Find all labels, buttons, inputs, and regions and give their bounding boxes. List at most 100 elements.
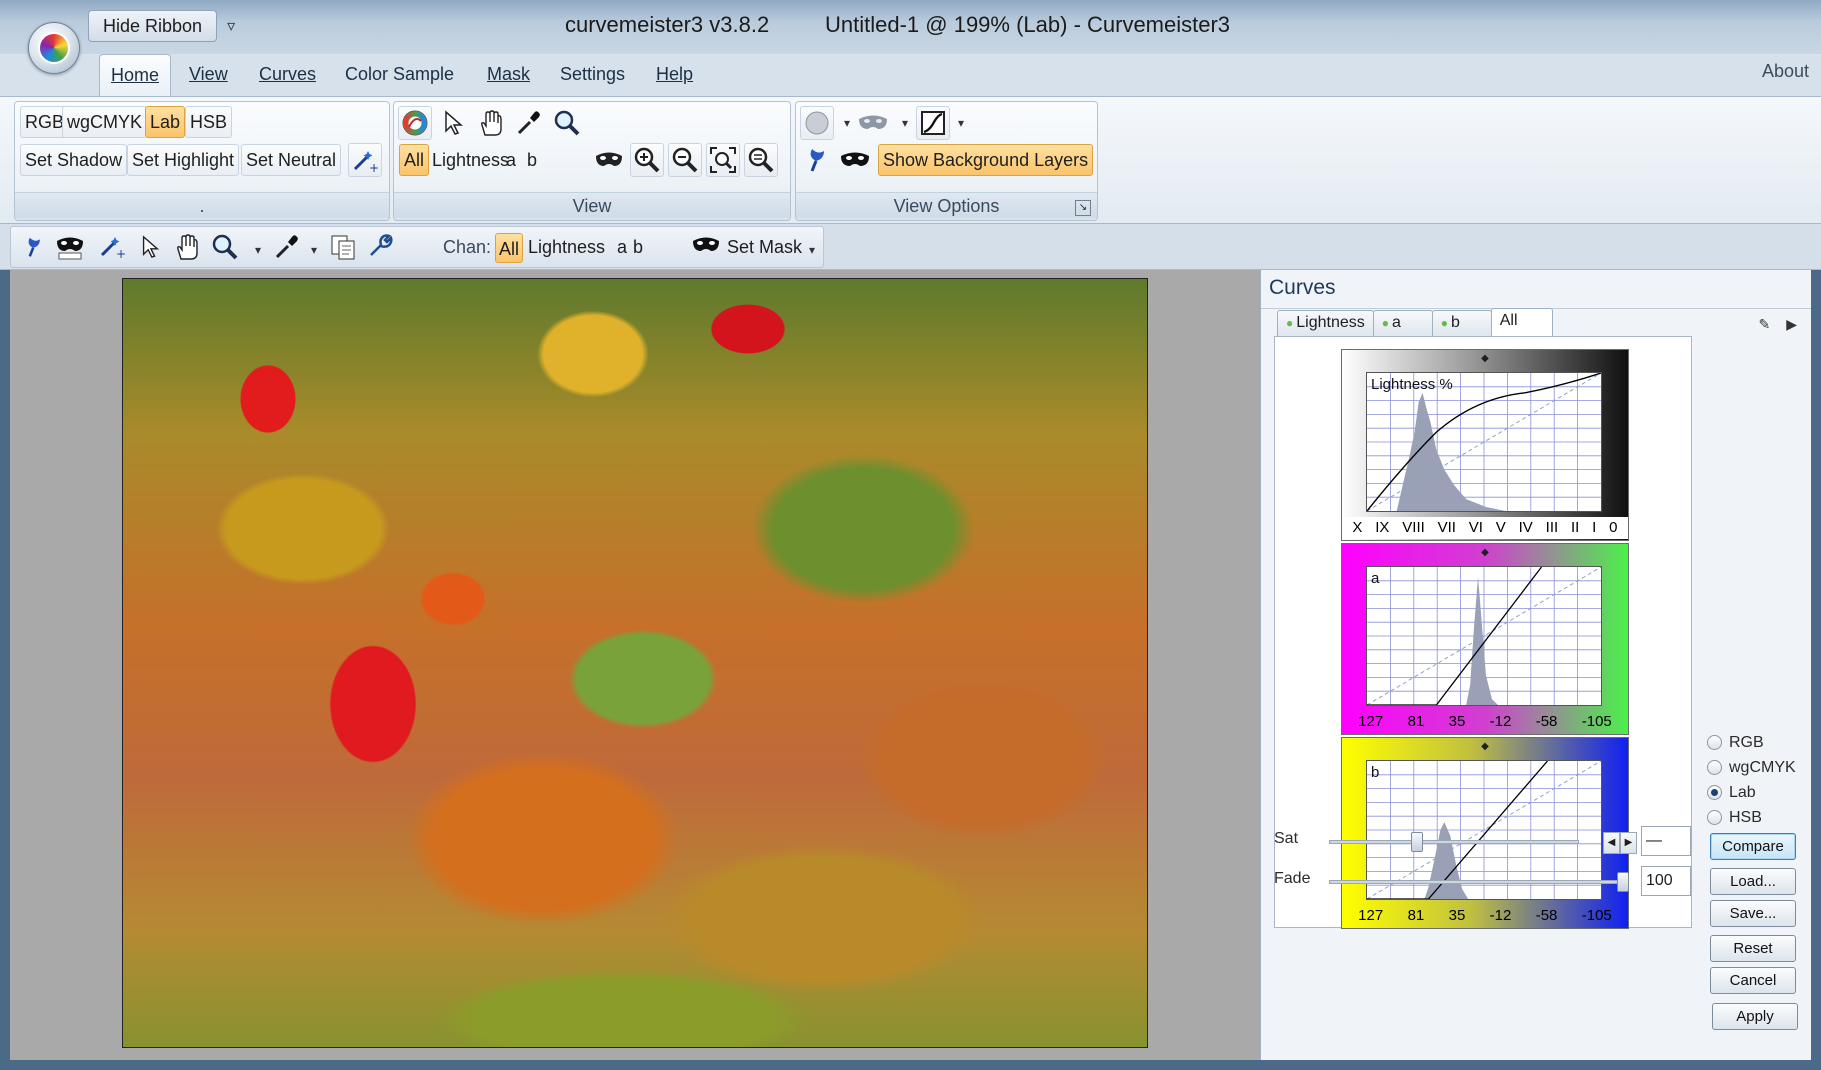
zoom-actual-icon[interactable] bbox=[744, 143, 778, 177]
copy-icon[interactable] bbox=[329, 233, 357, 263]
fade-slider-track[interactable] bbox=[1329, 880, 1629, 884]
lightness-curve-box[interactable]: ◆ Lightness % X IX VIII VII VI V IV III … bbox=[1341, 349, 1629, 541]
set-mask-dropdown-icon[interactable]: ▾ bbox=[809, 243, 815, 257]
mask-toggle-icon[interactable] bbox=[838, 143, 872, 177]
set-shadow-button[interactable]: Set Shadow bbox=[20, 144, 128, 176]
view-channel-a[interactable]: a bbox=[501, 144, 521, 176]
lightness-plot[interactable]: Lightness % bbox=[1366, 372, 1602, 512]
pin-small-icon[interactable]: ✎ bbox=[1758, 316, 1770, 333]
curve-display-dropdown-icon[interactable]: ▾ bbox=[958, 116, 964, 130]
radio-rgb-dot[interactable] bbox=[1707, 735, 1722, 750]
hide-ribbon-button[interactable]: Hide Ribbon bbox=[88, 10, 218, 42]
b-curve-box[interactable]: ◆ b 127 81 35 -12 -58 -105 bbox=[1341, 737, 1629, 929]
layer-dropdown-icon[interactable]: ▾ bbox=[844, 116, 850, 130]
radio-lab[interactable]: Lab bbox=[1707, 780, 1796, 805]
tab-mask[interactable]: Mask bbox=[487, 64, 530, 85]
app-menu-button[interactable] bbox=[28, 22, 80, 74]
save-button[interactable]: Save... bbox=[1710, 900, 1796, 927]
radio-lab-dot[interactable] bbox=[1707, 785, 1722, 800]
colorspace-wgcmyk-button[interactable]: wgCMYK bbox=[62, 106, 148, 138]
set-neutral-button[interactable]: Set Neutral bbox=[241, 144, 342, 176]
zoom-fit-icon[interactable] bbox=[706, 143, 740, 177]
fade-slider-thumb[interactable] bbox=[1617, 872, 1629, 892]
view-channel-b[interactable]: b bbox=[522, 144, 542, 176]
reset-button[interactable]: Reset bbox=[1710, 935, 1796, 962]
radio-hsb[interactable]: HSB bbox=[1707, 805, 1796, 830]
curves-tab-all[interactable]: All bbox=[1490, 308, 1553, 336]
pointer-icon[interactable] bbox=[139, 233, 161, 263]
b-plot[interactable]: b bbox=[1366, 760, 1602, 900]
pointer-icon[interactable] bbox=[436, 106, 470, 140]
qat-dropdown-icon[interactable]: ▿ bbox=[227, 16, 235, 36]
set-mask-icon[interactable] bbox=[691, 233, 721, 263]
sat-decrease-icon[interactable]: ◀ bbox=[1603, 832, 1620, 854]
photo-canvas[interactable] bbox=[122, 278, 1148, 1048]
radio-wgcmyk[interactable]: wgCMYK bbox=[1707, 755, 1796, 780]
image-workspace[interactable] bbox=[10, 270, 1260, 1060]
hand-icon[interactable] bbox=[474, 106, 508, 140]
dialog-launcher-icon[interactable]: ↘ bbox=[1075, 200, 1091, 216]
toolbar-channel-b[interactable]: b bbox=[633, 237, 643, 258]
pin-icon[interactable] bbox=[800, 143, 834, 177]
toolbar-channel-a[interactable]: a bbox=[617, 237, 627, 258]
mask-icon[interactable] bbox=[592, 143, 626, 177]
color-wheel-icon[interactable] bbox=[398, 106, 432, 140]
apply-button[interactable]: Apply bbox=[1712, 1003, 1798, 1030]
eyedropper-dropdown-icon[interactable]: ▾ bbox=[311, 243, 317, 257]
mask-overlay-icon[interactable] bbox=[856, 106, 890, 140]
a-plot[interactable]: a bbox=[1366, 566, 1602, 706]
a-curve-box[interactable]: ◆ a 127 81 35 -12 -58 -105 bbox=[1341, 543, 1629, 735]
sat-slider-thumb[interactable] bbox=[1411, 832, 1423, 852]
sat-value-field[interactable]: — bbox=[1641, 826, 1691, 856]
lightness-arrow-icon[interactable]: ◆ bbox=[1342, 350, 1628, 368]
mask-overlay-dropdown-icon[interactable]: ▾ bbox=[902, 116, 908, 130]
toolbar-channel-lightness[interactable]: Lightness bbox=[528, 237, 605, 258]
tab-view[interactable]: View bbox=[189, 64, 228, 85]
wand-add-icon[interactable]: + bbox=[99, 233, 126, 263]
view-channel-all[interactable]: All bbox=[399, 144, 430, 176]
tab-home[interactable]: Home bbox=[99, 54, 172, 96]
tab-settings[interactable]: Settings bbox=[560, 64, 625, 85]
radio-hsb-dot[interactable] bbox=[1707, 810, 1722, 825]
panel-menu-icon[interactable]: ▶ bbox=[1786, 316, 1797, 333]
toolbar-channel-all[interactable]: All bbox=[495, 233, 524, 263]
sat-increase-icon[interactable]: ▶ bbox=[1620, 832, 1637, 854]
radio-rgb[interactable]: RGB bbox=[1707, 730, 1796, 755]
magnifier-icon[interactable] bbox=[211, 233, 239, 263]
curves-tab-a[interactable]: ● a bbox=[1372, 310, 1433, 336]
show-background-layers-button[interactable]: Show Background Layers bbox=[878, 144, 1094, 176]
sat-slider-track[interactable] bbox=[1329, 840, 1579, 844]
colorspace-lab-button[interactable]: Lab bbox=[145, 106, 186, 138]
tick-label: VIII bbox=[1402, 519, 1425, 536]
pin-icon[interactable] bbox=[23, 233, 45, 263]
eyedropper-icon[interactable] bbox=[512, 106, 546, 140]
colorspace-hsb-button[interactable]: HSB bbox=[185, 106, 233, 138]
about-link[interactable]: About bbox=[1762, 61, 1809, 82]
magnifier-icon[interactable] bbox=[550, 106, 584, 140]
curves-tab-lightness[interactable]: ● Lightness bbox=[1277, 310, 1374, 336]
compare-button[interactable]: Compare bbox=[1710, 833, 1796, 860]
wand-add-icon[interactable]: + bbox=[348, 143, 382, 177]
magnifier-dropdown-icon[interactable]: ▾ bbox=[255, 243, 261, 257]
tab-color-sample[interactable]: Color Sample bbox=[345, 64, 454, 85]
zoom-in-icon[interactable] bbox=[630, 143, 664, 177]
mask-icon[interactable] bbox=[55, 233, 85, 263]
curve-display-icon[interactable] bbox=[916, 106, 950, 140]
layer-circle-icon[interactable] bbox=[800, 106, 834, 140]
eyedropper-icon[interactable] bbox=[273, 233, 301, 263]
hand-icon[interactable] bbox=[173, 233, 201, 263]
cancel-button[interactable]: Cancel bbox=[1710, 967, 1796, 994]
wrench-icon[interactable] bbox=[367, 233, 393, 263]
set-mask-button[interactable]: Set Mask bbox=[727, 237, 802, 258]
fade-value-field[interactable]: 100 bbox=[1641, 866, 1691, 896]
zoom-out-icon[interactable] bbox=[668, 143, 702, 177]
b-arrow-icon[interactable]: ◆ bbox=[1342, 738, 1628, 756]
tab-help[interactable]: Help bbox=[656, 64, 693, 85]
radio-wgcmyk-dot[interactable] bbox=[1707, 760, 1722, 775]
app-logo-icon bbox=[38, 32, 70, 64]
load-button[interactable]: Load... bbox=[1710, 868, 1796, 895]
tab-curves[interactable]: Curves bbox=[259, 64, 316, 85]
set-highlight-button[interactable]: Set Highlight bbox=[127, 144, 240, 176]
a-arrow-icon[interactable]: ◆ bbox=[1342, 544, 1628, 562]
curves-tab-b[interactable]: ● b bbox=[1431, 310, 1492, 336]
